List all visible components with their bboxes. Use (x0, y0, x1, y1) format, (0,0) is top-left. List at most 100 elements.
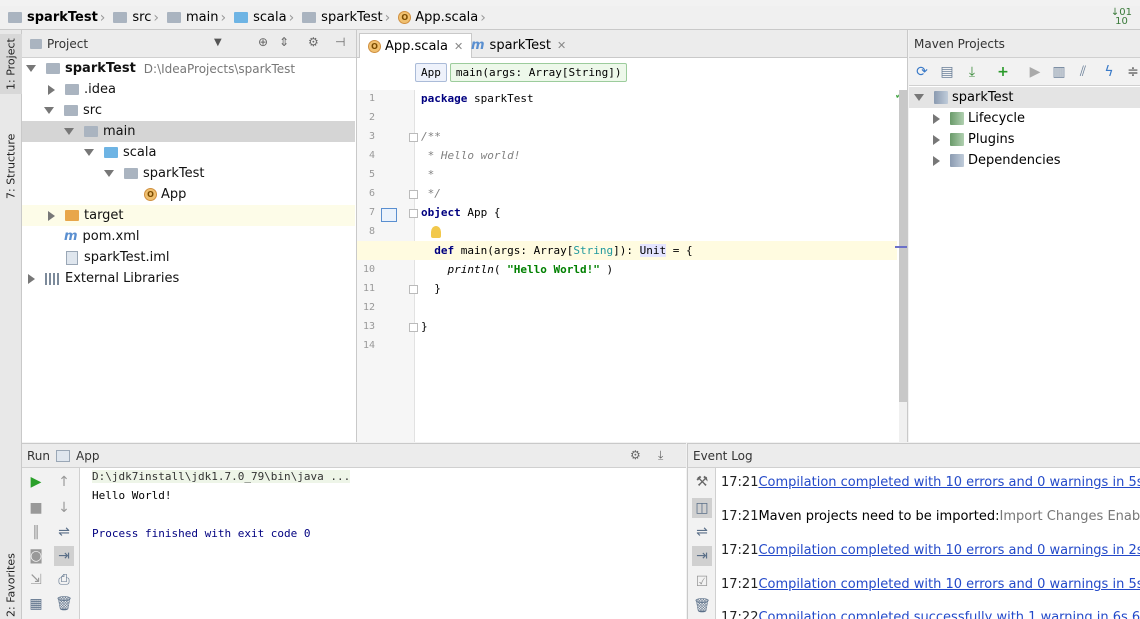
tree-item-src[interactable]: src (22, 100, 355, 121)
crumb-method[interactable]: main(args: Array[String]) (449, 63, 628, 82)
exit-icon[interactable]: ⇲ (26, 570, 46, 590)
fold-icon[interactable] (409, 285, 418, 294)
fold-icon[interactable] (409, 209, 418, 218)
code-line-10[interactable]: println( "Hello World!" ) (421, 260, 614, 279)
maven-lifecycle[interactable]: Lifecycle (931, 108, 1025, 129)
expand-icon[interactable] (84, 149, 94, 156)
tab-favorites[interactable]: 2: Favorites (0, 550, 22, 619)
intention-bulb-icon[interactable] (431, 226, 441, 238)
collapsed-icon[interactable] (28, 273, 35, 284)
code-line-13[interactable]: } (421, 317, 428, 336)
breadcrumb-src[interactable]: src › (113, 10, 163, 26)
event-link[interactable]: Compilation completed with 10 errors and… (758, 543, 1140, 558)
soft-wrap-icon[interactable]: ⇌ (692, 522, 712, 542)
gear-icon[interactable]: ⚙ (630, 448, 641, 462)
tree-item-iml[interactable]: sparkTest.iml (22, 247, 355, 268)
crumb-class[interactable]: App (415, 63, 447, 82)
console-output-line[interactable]: Hello World! (92, 489, 171, 502)
toggle-offline-icon[interactable]: ⫽ (1075, 64, 1091, 80)
tab-pom[interactable]: m sparkTest ✕ (463, 33, 574, 58)
tree-item-idea[interactable]: .idea (22, 79, 355, 100)
code-line-5[interactable]: * (421, 165, 435, 184)
gear-icon[interactable]: ⚙ (308, 35, 319, 49)
collapsed-icon[interactable] (48, 84, 55, 95)
lightning-icon[interactable]: ϟ (1101, 64, 1117, 80)
tree-item-external-libraries[interactable]: External Libraries (22, 268, 355, 289)
fold-icon[interactable] (409, 133, 418, 142)
code-line-7[interactable]: object App { (421, 203, 501, 222)
run-config-icon[interactable]: ▥ (1051, 64, 1067, 80)
code-line-1[interactable]: package sparkTest (421, 89, 534, 108)
code-line-3[interactable]: /** (421, 127, 441, 146)
tree-item-package[interactable]: sparkTest (22, 163, 355, 184)
scroll-to-end-icon[interactable]: ⇥ (54, 546, 74, 566)
sort-icon[interactable]: ↓01 10 (1111, 8, 1132, 27)
maven-plugins[interactable]: Plugins (931, 129, 1015, 150)
tree-item-project-root[interactable]: sparkTest D:\IdeaProjects\sparkTest (22, 58, 355, 79)
run-object-icon[interactable] (381, 208, 397, 222)
mark-read-icon[interactable]: ☑ (692, 572, 712, 592)
collapse-all-icon[interactable]: ⇕ (279, 35, 289, 49)
breadcrumb-file[interactable]: O App.scala › (398, 10, 490, 26)
collapsed-icon[interactable] (48, 210, 55, 221)
code-line-6[interactable]: */ (421, 184, 441, 203)
event-link[interactable]: Compilation completed with 10 errors and… (758, 475, 1140, 490)
breadcrumb-project[interactable]: sparkTest › (8, 10, 109, 26)
collapsed-icon[interactable] (933, 155, 940, 166)
tree-item-app[interactable]: O App (22, 184, 355, 205)
run-goal-icon[interactable]: ▶ (1027, 64, 1043, 80)
trash-icon[interactable]: 🗑 (692, 596, 712, 616)
down-icon[interactable]: ↓ (54, 498, 74, 518)
pause-icon[interactable]: ‖ (26, 522, 46, 542)
reimport-icon[interactable]: ⟳ (914, 64, 930, 80)
maven-root-sparktest[interactable]: sparkTest (909, 87, 1140, 108)
layout-icon[interactable]: ▦ (26, 594, 46, 614)
tree-item-pom[interactable]: m pom.xml (22, 226, 355, 247)
tree-item-main[interactable]: main (22, 121, 355, 142)
trash-icon[interactable]: 🗑 (54, 594, 74, 614)
tree-item-target[interactable]: target (22, 205, 355, 226)
stop-icon[interactable]: ■ (26, 498, 46, 518)
editor-scrollbar[interactable] (899, 90, 907, 442)
collapsed-icon[interactable] (933, 113, 940, 124)
code-line-11[interactable]: } (421, 279, 441, 298)
generate-sources-icon[interactable]: ▤ (939, 64, 955, 80)
soft-wrap-icon[interactable]: ⇌ (54, 522, 74, 542)
scroll-from-source-icon[interactable]: ⊕ (258, 35, 268, 49)
fold-icon[interactable] (409, 323, 418, 332)
maven-dependencies[interactable]: Dependencies (931, 150, 1061, 171)
breadcrumb-main[interactable]: main › (167, 10, 230, 26)
console-command-line[interactable]: D:\jdk7install\jdk1.7.0_79\bin\java ... (92, 470, 351, 483)
tree-item-scala[interactable]: scala (22, 142, 355, 163)
expand-icon[interactable] (44, 107, 54, 114)
tab-structure[interactable]: 7: Structure (0, 126, 22, 206)
event-link[interactable]: Compilation completed successfully with … (758, 610, 1140, 619)
code-line-9[interactable]: def main(args: Array[String]): Unit = { (357, 241, 897, 260)
code-line-4[interactable]: * Hello world! (421, 146, 521, 165)
console-exit-line[interactable]: Process finished with exit code 0 (92, 527, 311, 540)
breadcrumb-package[interactable]: sparkTest › (302, 10, 394, 26)
collapsed-icon[interactable] (933, 134, 940, 145)
expand-icon[interactable] (26, 65, 36, 72)
fold-icon[interactable] (409, 190, 418, 199)
balloon-icon[interactable]: ◫ (692, 498, 712, 518)
hide-panel-icon[interactable]: ⤓ (658, 448, 663, 463)
settings-icon[interactable]: ⚒ (692, 472, 712, 492)
view-dropdown-icon[interactable]: ▼ (214, 37, 222, 48)
close-tab-icon[interactable]: ✕ (454, 40, 463, 53)
event-link[interactable]: Compilation completed with 10 errors and… (758, 577, 1140, 592)
scroll-to-end-icon[interactable]: ⇥ (692, 546, 712, 566)
expand-icon[interactable] (104, 170, 114, 177)
tab-app-scala[interactable]: O App.scala ✕ (359, 33, 473, 58)
collapse-icon[interactable]: ≑ (1125, 64, 1140, 80)
print-icon[interactable]: ⎙ (54, 570, 74, 590)
expand-icon[interactable] (914, 94, 924, 101)
close-tab-icon[interactable]: ✕ (557, 39, 566, 52)
tab-project[interactable]: 1: Project (0, 34, 22, 94)
download-icon[interactable]: ⤓ (964, 64, 980, 80)
add-icon[interactable]: + (995, 64, 1011, 80)
hide-panel-icon[interactable]: ⊣ (335, 35, 345, 49)
up-icon[interactable]: ↑ (54, 472, 74, 492)
import-changes-link[interactable]: Import Changes Enable Auto-Import (999, 509, 1140, 524)
dump-threads-icon[interactable]: ◙ (26, 546, 46, 566)
